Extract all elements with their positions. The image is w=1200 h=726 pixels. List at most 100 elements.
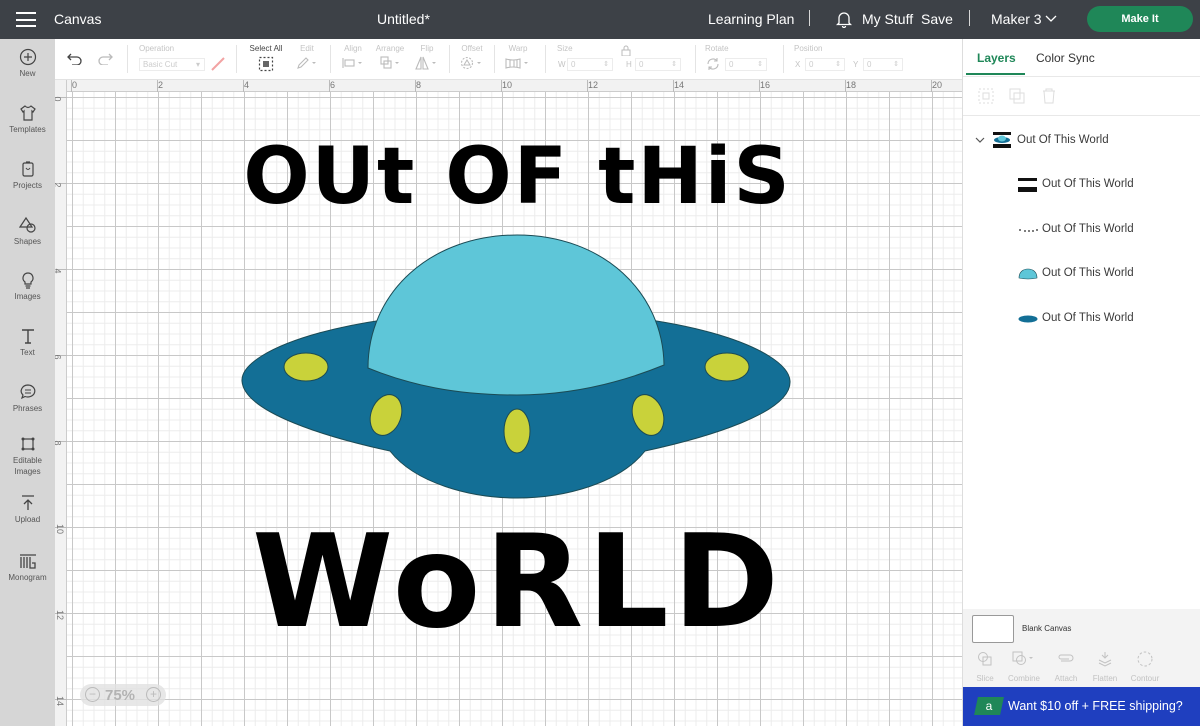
- stepper-icon[interactable]: ⇕: [603, 59, 609, 70]
- sidebar-label: Templates: [9, 125, 46, 134]
- stepper-icon[interactable]: ⇕: [893, 59, 899, 70]
- layer-label: Out Of This World: [1042, 312, 1134, 324]
- sidebar-item-images[interactable]: Images: [0, 271, 55, 302]
- edit-label: Edit: [300, 44, 314, 53]
- x-position-input[interactable]: 0 ⇕: [805, 58, 845, 71]
- my-stuff-link[interactable]: My Stuff: [862, 11, 913, 27]
- align-button[interactable]: Align: [339, 44, 367, 75]
- ufo-image[interactable]: [240, 233, 795, 503]
- layer-group-row[interactable]: Out Of This World: [963, 126, 1200, 156]
- sidebar-label: Shapes: [13, 237, 42, 246]
- arrange-icon: [380, 56, 399, 69]
- rotate-icon[interactable]: [706, 57, 720, 71]
- ruler-x-label: 12: [588, 80, 599, 90]
- design-canvas[interactable]: 0 2 4 6 8 10 12 14 16 18 20 0 2 4 6 8 10 12 14 OUt OF tHi…: [55, 80, 962, 726]
- divider: [969, 10, 970, 26]
- sidebar-item-shapes[interactable]: Shapes: [0, 216, 55, 247]
- group-icon[interactable]: [978, 88, 994, 104]
- ruler-x-label: 4: [244, 80, 250, 90]
- combine-button[interactable]: Combine: [1005, 651, 1043, 683]
- y-position-input[interactable]: 0 ⇕: [863, 58, 903, 71]
- learning-plan-link[interactable]: Learning Plan: [708, 11, 794, 27]
- chevron-down-icon[interactable]: [975, 137, 985, 145]
- stepper-icon[interactable]: ⇕: [757, 59, 763, 70]
- lock-icon[interactable]: [621, 45, 631, 56]
- offset-button[interactable]: Offset: [458, 44, 486, 75]
- sidebar-item-editable-images[interactable]: Editable Images: [0, 435, 55, 477]
- zoom-out-button[interactable]: −: [85, 687, 100, 702]
- dome-thumbnail: [1018, 268, 1038, 280]
- blank-canvas-thumbnail[interactable]: [972, 615, 1014, 643]
- edit-toolbar: Operation Basic Cut ▾ Select All Edit Ali…: [55, 39, 962, 80]
- ruler-x-label: 14: [674, 80, 685, 90]
- sidebar-item-phrases[interactable]: Phrases: [0, 383, 55, 414]
- layer-row[interactable]: Out Of This World: [963, 304, 1200, 334]
- warp-button[interactable]: Warp: [503, 44, 533, 75]
- contour-button[interactable]: Contour: [1126, 651, 1164, 683]
- layer-row[interactable]: Out Of This World: [963, 170, 1200, 200]
- width-input[interactable]: 0 ⇕: [567, 58, 613, 71]
- edit-button[interactable]: Edit: [295, 44, 319, 75]
- ruler-y-label: 0: [55, 96, 63, 101]
- sidebar-item-new[interactable]: New: [0, 48, 55, 79]
- trash-icon[interactable]: [1041, 88, 1057, 104]
- sidebar-item-monogram[interactable]: Monogram: [0, 552, 55, 583]
- stepper-icon[interactable]: ⇕: [835, 59, 841, 70]
- duplicate-icon[interactable]: [1009, 88, 1025, 104]
- sidebar-item-upload[interactable]: Upload: [0, 494, 55, 525]
- horizontal-ruler: 0 2 4 6 8 10 12 14 16 18 20: [55, 80, 962, 92]
- flatten-button[interactable]: Flatten: [1086, 651, 1124, 683]
- operation-select[interactable]: Basic Cut ▾: [139, 58, 205, 71]
- rotate-input[interactable]: 0 ⇕: [725, 58, 767, 71]
- promo-text: Want $10 off + FREE shipping?: [1008, 699, 1183, 713]
- operation-group: Operation: [139, 44, 174, 53]
- sidebar-item-templates[interactable]: Templates: [0, 104, 55, 135]
- arrange-button[interactable]: Arrange: [373, 44, 407, 75]
- select-all-button[interactable]: Select All: [247, 44, 285, 77]
- ruler-y-label: 14: [55, 695, 66, 707]
- vertical-ruler: 0 2 4 6 8 10 12 14: [55, 80, 67, 726]
- redo-icon[interactable]: [97, 53, 113, 65]
- ruler-x-label: 18: [846, 80, 857, 90]
- ruler-y-label: 6: [55, 354, 63, 359]
- document-title[interactable]: Untitled*: [377, 11, 430, 27]
- undo-icon[interactable]: [67, 53, 83, 65]
- ruler-y-label: 10: [55, 523, 66, 535]
- flip-button[interactable]: Flip: [415, 44, 439, 75]
- layer-row[interactable]: Out Of This World: [963, 259, 1200, 289]
- slice-button[interactable]: Slice: [966, 651, 1004, 683]
- shapes-icon: [18, 216, 36, 233]
- ufo-dome: [367, 234, 665, 396]
- sidebar-item-text[interactable]: Text: [0, 327, 55, 358]
- tab-color-sync[interactable]: Color Sync: [1036, 51, 1095, 65]
- attach-button[interactable]: Attach: [1047, 651, 1085, 683]
- make-it-button[interactable]: Make It: [1087, 6, 1193, 32]
- zoom-in-button[interactable]: +: [146, 687, 161, 702]
- machine-select[interactable]: Maker 3: [991, 11, 1042, 27]
- ruler-x-label: 16: [760, 80, 771, 90]
- design-text-world[interactable]: WoRLD: [230, 510, 805, 655]
- height-input[interactable]: 0 ⇕: [635, 58, 681, 71]
- stepper-icon[interactable]: ⇕: [671, 59, 677, 70]
- tab-layers[interactable]: Layers: [977, 51, 1016, 65]
- divider: [809, 10, 810, 26]
- layer-row[interactable]: Out Of This World: [963, 215, 1200, 245]
- speech-bubble-icon: [20, 384, 35, 400]
- sidebar-item-projects[interactable]: Projects: [0, 160, 55, 191]
- sidebar-label: New: [19, 69, 36, 78]
- divider: [545, 45, 546, 73]
- position-group: Position: [794, 44, 822, 53]
- bell-icon[interactable]: [836, 10, 852, 28]
- sidebar-label: Images: [14, 292, 41, 301]
- chevron-down-icon[interactable]: [1045, 15, 1057, 23]
- hamburger-menu-icon[interactable]: [16, 12, 36, 27]
- dots-thumbnail: [1019, 229, 1038, 232]
- layer-label: Out Of This World: [1042, 178, 1134, 190]
- promo-banner[interactable]: a Want $10 off + FREE shipping?: [963, 687, 1200, 726]
- material-color-swatch-icon[interactable]: [211, 57, 225, 71]
- text-icon: [21, 329, 34, 344]
- design-text-out-of-this[interactable]: OUt OF tHiS: [230, 132, 805, 222]
- blank-canvas-label: Blank Canvas: [1022, 624, 1072, 633]
- offset-icon: [460, 56, 481, 70]
- save-button[interactable]: Save: [921, 11, 953, 27]
